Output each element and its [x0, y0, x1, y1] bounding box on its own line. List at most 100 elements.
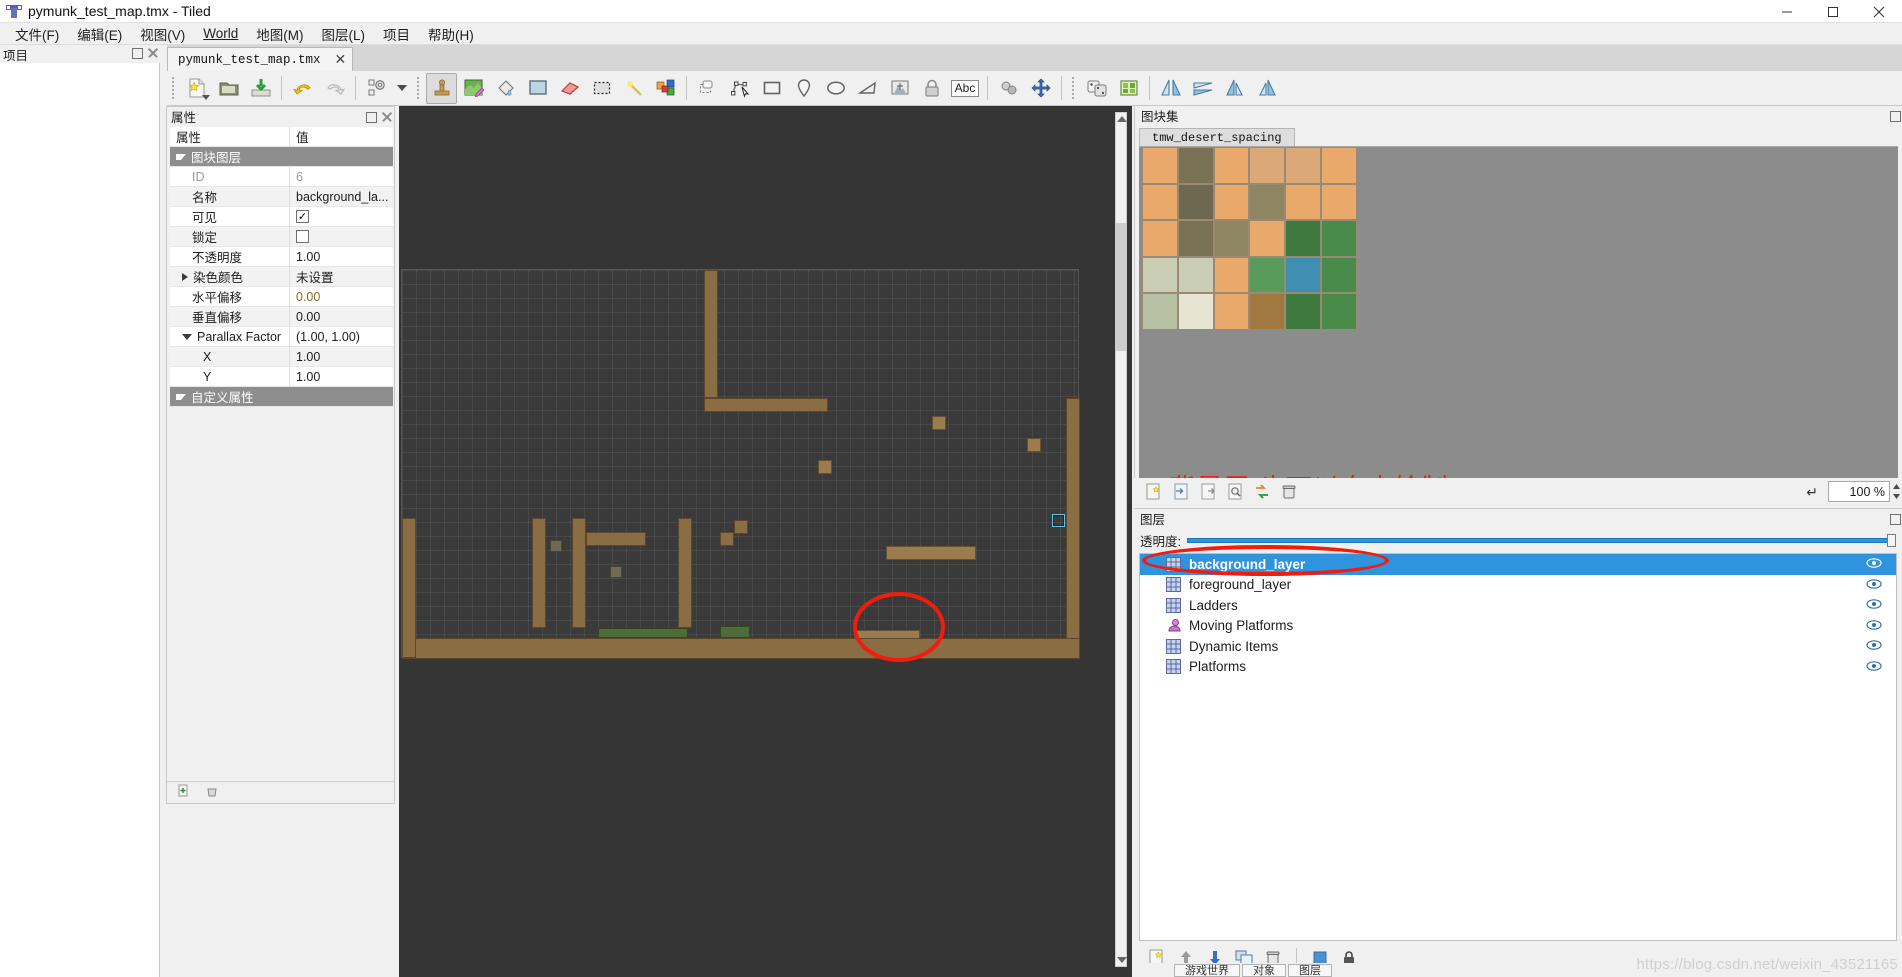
opacity-slider-handle[interactable]	[1887, 534, 1896, 547]
tileset-tile[interactable]	[1285, 293, 1322, 330]
property-group-tile-layer[interactable]: 图块图层	[170, 147, 393, 167]
menu-view[interactable]: 视图(V)	[131, 22, 194, 46]
property-row-parallax-y[interactable]: Y 1.00	[170, 366, 393, 387]
tileset-tile[interactable]	[1249, 220, 1286, 257]
tileset-tile[interactable]	[1321, 220, 1357, 257]
menu-file[interactable]: 文件(F)	[6, 22, 68, 46]
property-row-visible[interactable]: 可见 ✓	[170, 206, 393, 227]
property-row-tint-color[interactable]: 染色颜色 未设置	[170, 266, 393, 287]
tile-map-view[interactable]	[401, 269, 1080, 659]
layer-list[interactable]: background_layer foreground_layer Ladder…	[1139, 553, 1897, 941]
layer-visibility-eye-icon[interactable]	[1866, 598, 1882, 612]
tileset-tile[interactable]	[1249, 147, 1286, 184]
replace-tileset-button[interactable]	[1252, 482, 1272, 502]
pan-tool[interactable]	[1025, 73, 1056, 104]
rectangle-fill-tool[interactable]	[522, 73, 553, 104]
minimize-button[interactable]	[1764, 0, 1810, 23]
insert-ellipse-tool[interactable]	[820, 73, 851, 104]
chevron-down-icon-custom[interactable]	[176, 393, 186, 400]
export-tileset-button[interactable]	[1198, 482, 1218, 502]
edit-polygons-tool[interactable]	[724, 73, 755, 104]
import-tileset-button[interactable]	[1171, 482, 1191, 502]
tab-tmw-desert-spacing[interactable]: tmw_desert_spacing	[1139, 128, 1295, 147]
flip-vertical-button[interactable]	[1187, 73, 1218, 104]
map-vertical-scrollbar[interactable]	[1115, 112, 1127, 967]
property-row-parallax-factor[interactable]: Parallax Factor (1.00, 1.00)	[170, 326, 393, 347]
tileset-tile[interactable]	[1177, 220, 1214, 257]
project-dock-float-button[interactable]	[131, 47, 143, 59]
menu-world[interactable]: World	[194, 24, 247, 43]
chevron-down-icon[interactable]	[176, 153, 186, 160]
menu-layer[interactable]: 图层(L)	[313, 22, 375, 46]
insert-text-tool[interactable]: Abc	[948, 73, 982, 104]
rotate-right-button[interactable]	[1251, 73, 1282, 104]
rect-select-tool[interactable]	[586, 73, 617, 104]
project-dock-close-button[interactable]	[147, 47, 158, 58]
properties-close-button[interactable]	[381, 111, 392, 122]
tileset-tile[interactable]	[1285, 147, 1322, 184]
tileset-tile[interactable]	[1142, 256, 1178, 294]
property-value-offset-x[interactable]: 0.00	[290, 287, 393, 307]
properties-float-button[interactable]	[365, 111, 377, 123]
layer-row-foreground-layer[interactable]: foreground_layer	[1140, 575, 1896, 596]
open-file-button[interactable]	[213, 73, 244, 104]
save-file-button[interactable]	[245, 73, 276, 104]
property-row-offset-x[interactable]: 水平偏移 0.00	[170, 286, 393, 307]
property-row-offset-y[interactable]: 垂直偏移 0.00	[170, 306, 393, 327]
layer-row-ladders[interactable]: Ladders	[1140, 595, 1896, 616]
flip-horizontal-button[interactable]	[1155, 73, 1186, 104]
tileset-tile-grid[interactable]	[1142, 147, 1357, 330]
tileset-zoom-spinner[interactable]	[1891, 481, 1902, 502]
toolbar-grip-3[interactable]	[1070, 75, 1077, 101]
visible-checkbox[interactable]: ✓	[296, 210, 309, 223]
select-same-tile-tool[interactable]	[650, 73, 681, 104]
insert-point-tool[interactable]	[788, 73, 819, 104]
layer-visibility-eye-icon[interactable]	[1866, 660, 1882, 674]
edit-tileset-button[interactable]	[1225, 482, 1245, 502]
tileset-tile[interactable]	[1177, 183, 1214, 221]
tab-close-icon[interactable]: ✕	[335, 51, 347, 68]
new-map-button[interactable]	[181, 73, 212, 104]
eraser-tool[interactable]	[554, 73, 585, 104]
tileset-tile[interactable]	[1213, 256, 1250, 294]
tab-pymunk-test-map[interactable]: pymunk_test_map.tmx ✕	[167, 47, 354, 71]
close-button[interactable]	[1856, 0, 1902, 23]
tileset-tile[interactable]	[1142, 183, 1178, 221]
bottom-tab-objects[interactable]: 对象	[1242, 963, 1286, 977]
tileset-tile[interactable]	[1321, 256, 1357, 294]
tileset-float-button[interactable]	[1889, 110, 1901, 122]
layer-row-background-layer[interactable]: background_layer	[1140, 554, 1896, 575]
insert-template-tool[interactable]	[916, 73, 947, 104]
property-row-opacity[interactable]: 不透明度 1.00	[170, 246, 393, 267]
tileset-tile[interactable]	[1321, 183, 1357, 221]
property-value-tint-color[interactable]: 未设置	[290, 267, 393, 287]
tileset-tile[interactable]	[1177, 256, 1214, 294]
tileset-tile[interactable]	[1249, 256, 1286, 294]
layer-visibility-eye-icon[interactable]	[1866, 578, 1882, 592]
shape-fill-tool[interactable]	[993, 73, 1024, 104]
layers-float-button[interactable]	[1889, 513, 1901, 525]
locked-checkbox[interactable]	[296, 230, 309, 243]
commands-button[interactable]	[361, 73, 392, 104]
toolbar-grip-2[interactable]	[415, 75, 422, 101]
tileset-tile[interactable]	[1142, 147, 1178, 184]
tileset-tile[interactable]	[1177, 293, 1214, 330]
tileset-tile[interactable]	[1142, 293, 1178, 330]
menu-map[interactable]: 地图(M)	[247, 22, 312, 46]
menu-help[interactable]: 帮助(H)	[419, 22, 483, 46]
remove-property-icon[interactable]	[205, 784, 219, 801]
property-row-name[interactable]: 名称 background_la...	[170, 186, 393, 207]
remove-tileset-button[interactable]	[1279, 482, 1299, 502]
layer-row-platforms[interactable]: Platforms	[1140, 657, 1896, 678]
tileset-tile[interactable]	[1249, 183, 1286, 221]
commands-dropdown-button[interactable]	[393, 73, 411, 104]
tileset-image-area[interactable]: 背景层 也可以自由绘制	[1139, 146, 1898, 505]
scroll-down-arrow-icon[interactable]	[1117, 957, 1127, 963]
property-value-offset-y[interactable]: 0.00	[290, 307, 393, 327]
scrollbar-thumb[interactable]	[1116, 223, 1126, 351]
property-group-custom[interactable]: 自定义属性	[170, 387, 393, 407]
tileset-tile[interactable]	[1213, 183, 1250, 221]
property-value-parallax-y[interactable]: 1.00	[290, 367, 393, 387]
property-value-name[interactable]: background_la...	[290, 187, 393, 207]
layer-visibility-eye-icon[interactable]	[1866, 639, 1882, 653]
